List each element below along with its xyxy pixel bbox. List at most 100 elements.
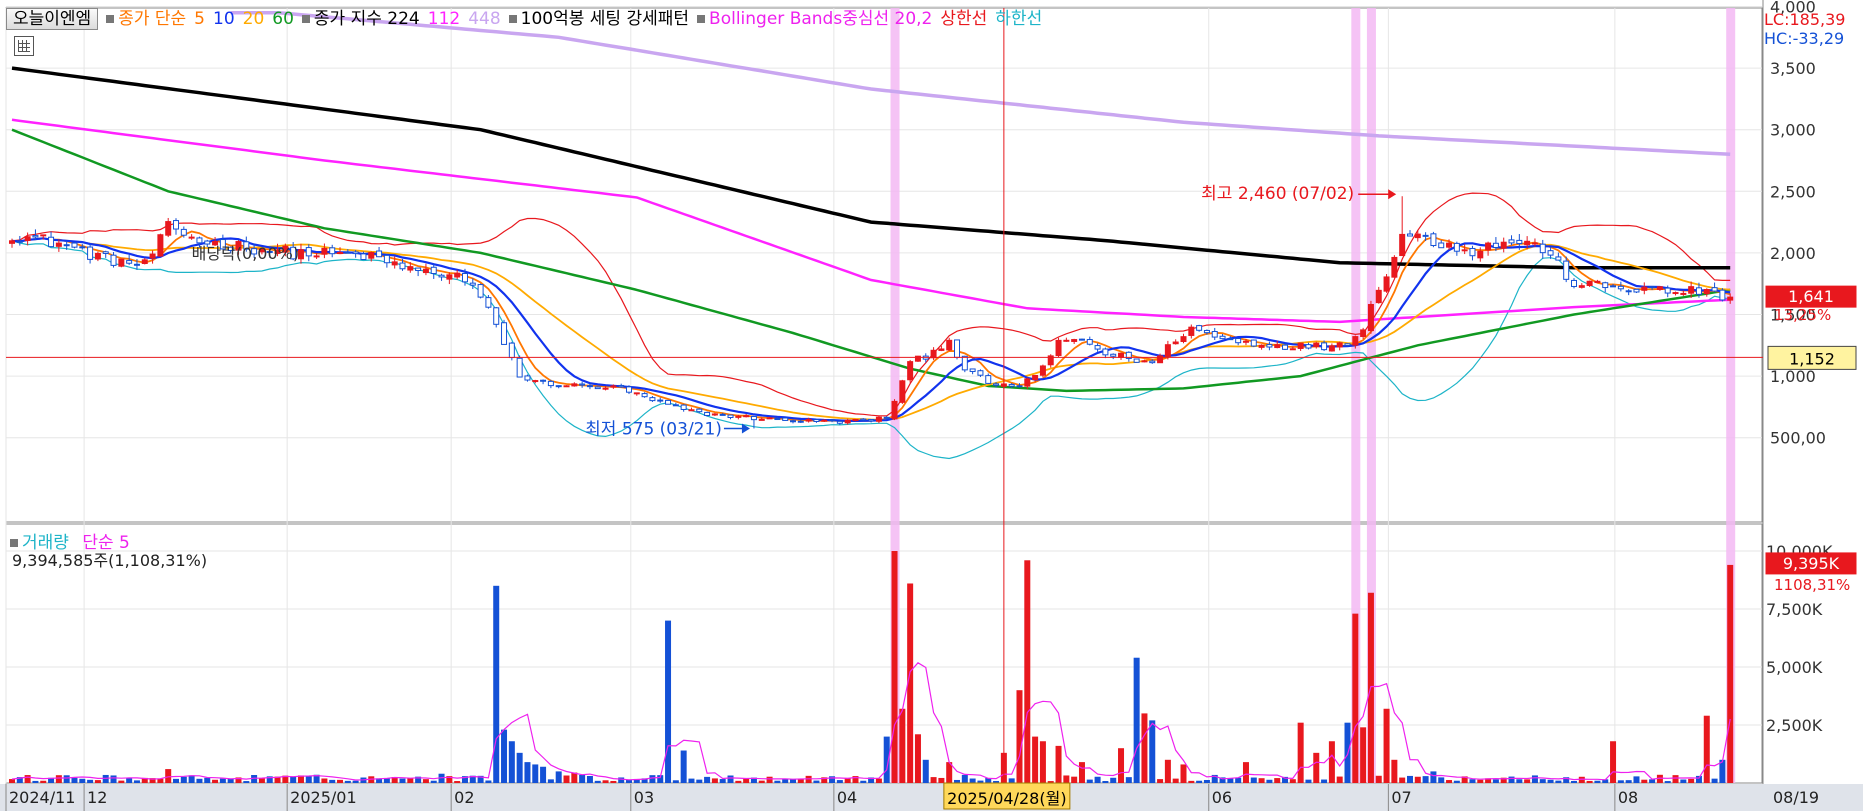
candle[interactable] <box>836 420 843 424</box>
volume-bar[interactable] <box>1391 759 1398 783</box>
volume-bar[interactable] <box>813 780 820 783</box>
volume-bar[interactable] <box>258 778 265 783</box>
candle[interactable] <box>1235 338 1242 344</box>
candle[interactable] <box>1360 329 1367 338</box>
volume-bar[interactable] <box>1336 776 1343 783</box>
volume-bar[interactable] <box>735 780 742 783</box>
candle[interactable] <box>1188 326 1195 336</box>
candle[interactable] <box>1196 325 1203 331</box>
volume-bar[interactable] <box>63 775 70 783</box>
volume-bar[interactable] <box>586 775 593 783</box>
candle[interactable] <box>829 419 836 422</box>
candle[interactable] <box>321 247 328 255</box>
volume-bar[interactable] <box>1571 781 1577 783</box>
candle[interactable] <box>438 274 445 278</box>
volume-bar[interactable] <box>930 777 937 783</box>
volume-bar[interactable] <box>1641 779 1648 783</box>
candle[interactable] <box>1422 234 1429 237</box>
volume-bar[interactable] <box>1071 776 1078 783</box>
candle[interactable] <box>1586 280 1593 286</box>
candle[interactable] <box>55 242 62 247</box>
volume-bar[interactable] <box>1039 741 1046 783</box>
candle[interactable] <box>1071 339 1078 342</box>
candle[interactable] <box>1625 290 1632 293</box>
volume-bar[interactable] <box>711 778 718 783</box>
candle[interactable] <box>1539 243 1546 254</box>
candle[interactable] <box>868 418 875 422</box>
candle[interactable] <box>1039 365 1046 376</box>
candle[interactable] <box>1078 338 1085 341</box>
candle[interactable] <box>946 339 953 351</box>
candle[interactable] <box>32 235 39 238</box>
candle[interactable] <box>16 240 23 243</box>
candle[interactable] <box>711 413 718 416</box>
volume-bar[interactable] <box>547 779 554 783</box>
candle[interactable] <box>188 236 195 239</box>
volume-bar[interactable] <box>430 780 437 783</box>
candle[interactable] <box>1094 345 1101 350</box>
volume-bar[interactable] <box>860 780 867 783</box>
candle[interactable] <box>337 251 344 254</box>
candle[interactable] <box>399 262 406 270</box>
volume-bar[interactable] <box>24 775 31 783</box>
candle[interactable] <box>907 361 914 381</box>
candle[interactable] <box>446 274 453 280</box>
volume-bar[interactable] <box>1274 778 1281 783</box>
candle[interactable] <box>719 413 726 416</box>
candle[interactable] <box>524 375 531 381</box>
candle[interactable] <box>758 418 765 421</box>
candle[interactable] <box>649 397 656 402</box>
volume-bar[interactable] <box>1125 777 1132 783</box>
volume-bar[interactable] <box>899 708 906 783</box>
candle[interactable] <box>790 420 796 423</box>
volume-bar[interactable] <box>1164 759 1171 783</box>
candle[interactable] <box>625 386 632 393</box>
volume-bar[interactable] <box>665 620 672 783</box>
candle[interactable] <box>657 399 664 402</box>
candle[interactable] <box>165 221 172 236</box>
candle[interactable] <box>665 399 672 405</box>
volume-bar[interactable] <box>1258 778 1265 783</box>
candle[interactable] <box>1617 285 1624 290</box>
volume-bar[interactable] <box>1110 777 1117 783</box>
candle[interactable] <box>1032 374 1039 381</box>
candle[interactable] <box>1313 342 1320 348</box>
stock-name-button[interactable]: 오늘이엔엠 <box>6 8 99 30</box>
volume-bar[interactable] <box>87 779 94 783</box>
candle[interactable] <box>1524 240 1531 246</box>
volume-bar[interactable] <box>1016 690 1023 783</box>
volume-bar[interactable] <box>532 764 539 783</box>
candle[interactable] <box>407 266 414 271</box>
candle[interactable] <box>641 393 648 398</box>
candle[interactable] <box>1118 352 1125 358</box>
volume-bar[interactable] <box>1586 780 1593 783</box>
volume-bar[interactable] <box>329 779 336 783</box>
candle[interactable] <box>563 385 570 388</box>
volume-bar[interactable] <box>829 776 836 783</box>
candle[interactable] <box>493 307 500 325</box>
candle[interactable] <box>618 384 625 388</box>
volume-bar[interactable] <box>1328 741 1335 783</box>
candle[interactable] <box>1250 339 1257 347</box>
candle[interactable] <box>1492 242 1499 248</box>
volume-bar[interactable] <box>1422 776 1429 783</box>
candle[interactable] <box>633 392 640 395</box>
volume-bar[interactable] <box>891 551 898 783</box>
candle[interactable] <box>1289 348 1296 351</box>
volume-bar[interactable] <box>1196 780 1203 783</box>
candle[interactable] <box>422 268 429 274</box>
candle[interactable] <box>938 348 945 351</box>
volume-bar[interactable] <box>40 780 47 783</box>
candle[interactable] <box>1203 329 1210 334</box>
volume-bar[interactable] <box>1172 778 1179 783</box>
candle[interactable] <box>102 251 109 254</box>
candle[interactable] <box>1282 344 1289 350</box>
candle[interactable] <box>547 380 554 387</box>
candle[interactable] <box>891 400 898 420</box>
candle[interactable] <box>977 370 984 376</box>
candle[interactable] <box>899 380 906 403</box>
candle[interactable] <box>1172 341 1179 345</box>
candle[interactable] <box>1594 280 1601 284</box>
candle[interactable] <box>750 415 757 421</box>
volume-bar[interactable] <box>55 775 62 783</box>
